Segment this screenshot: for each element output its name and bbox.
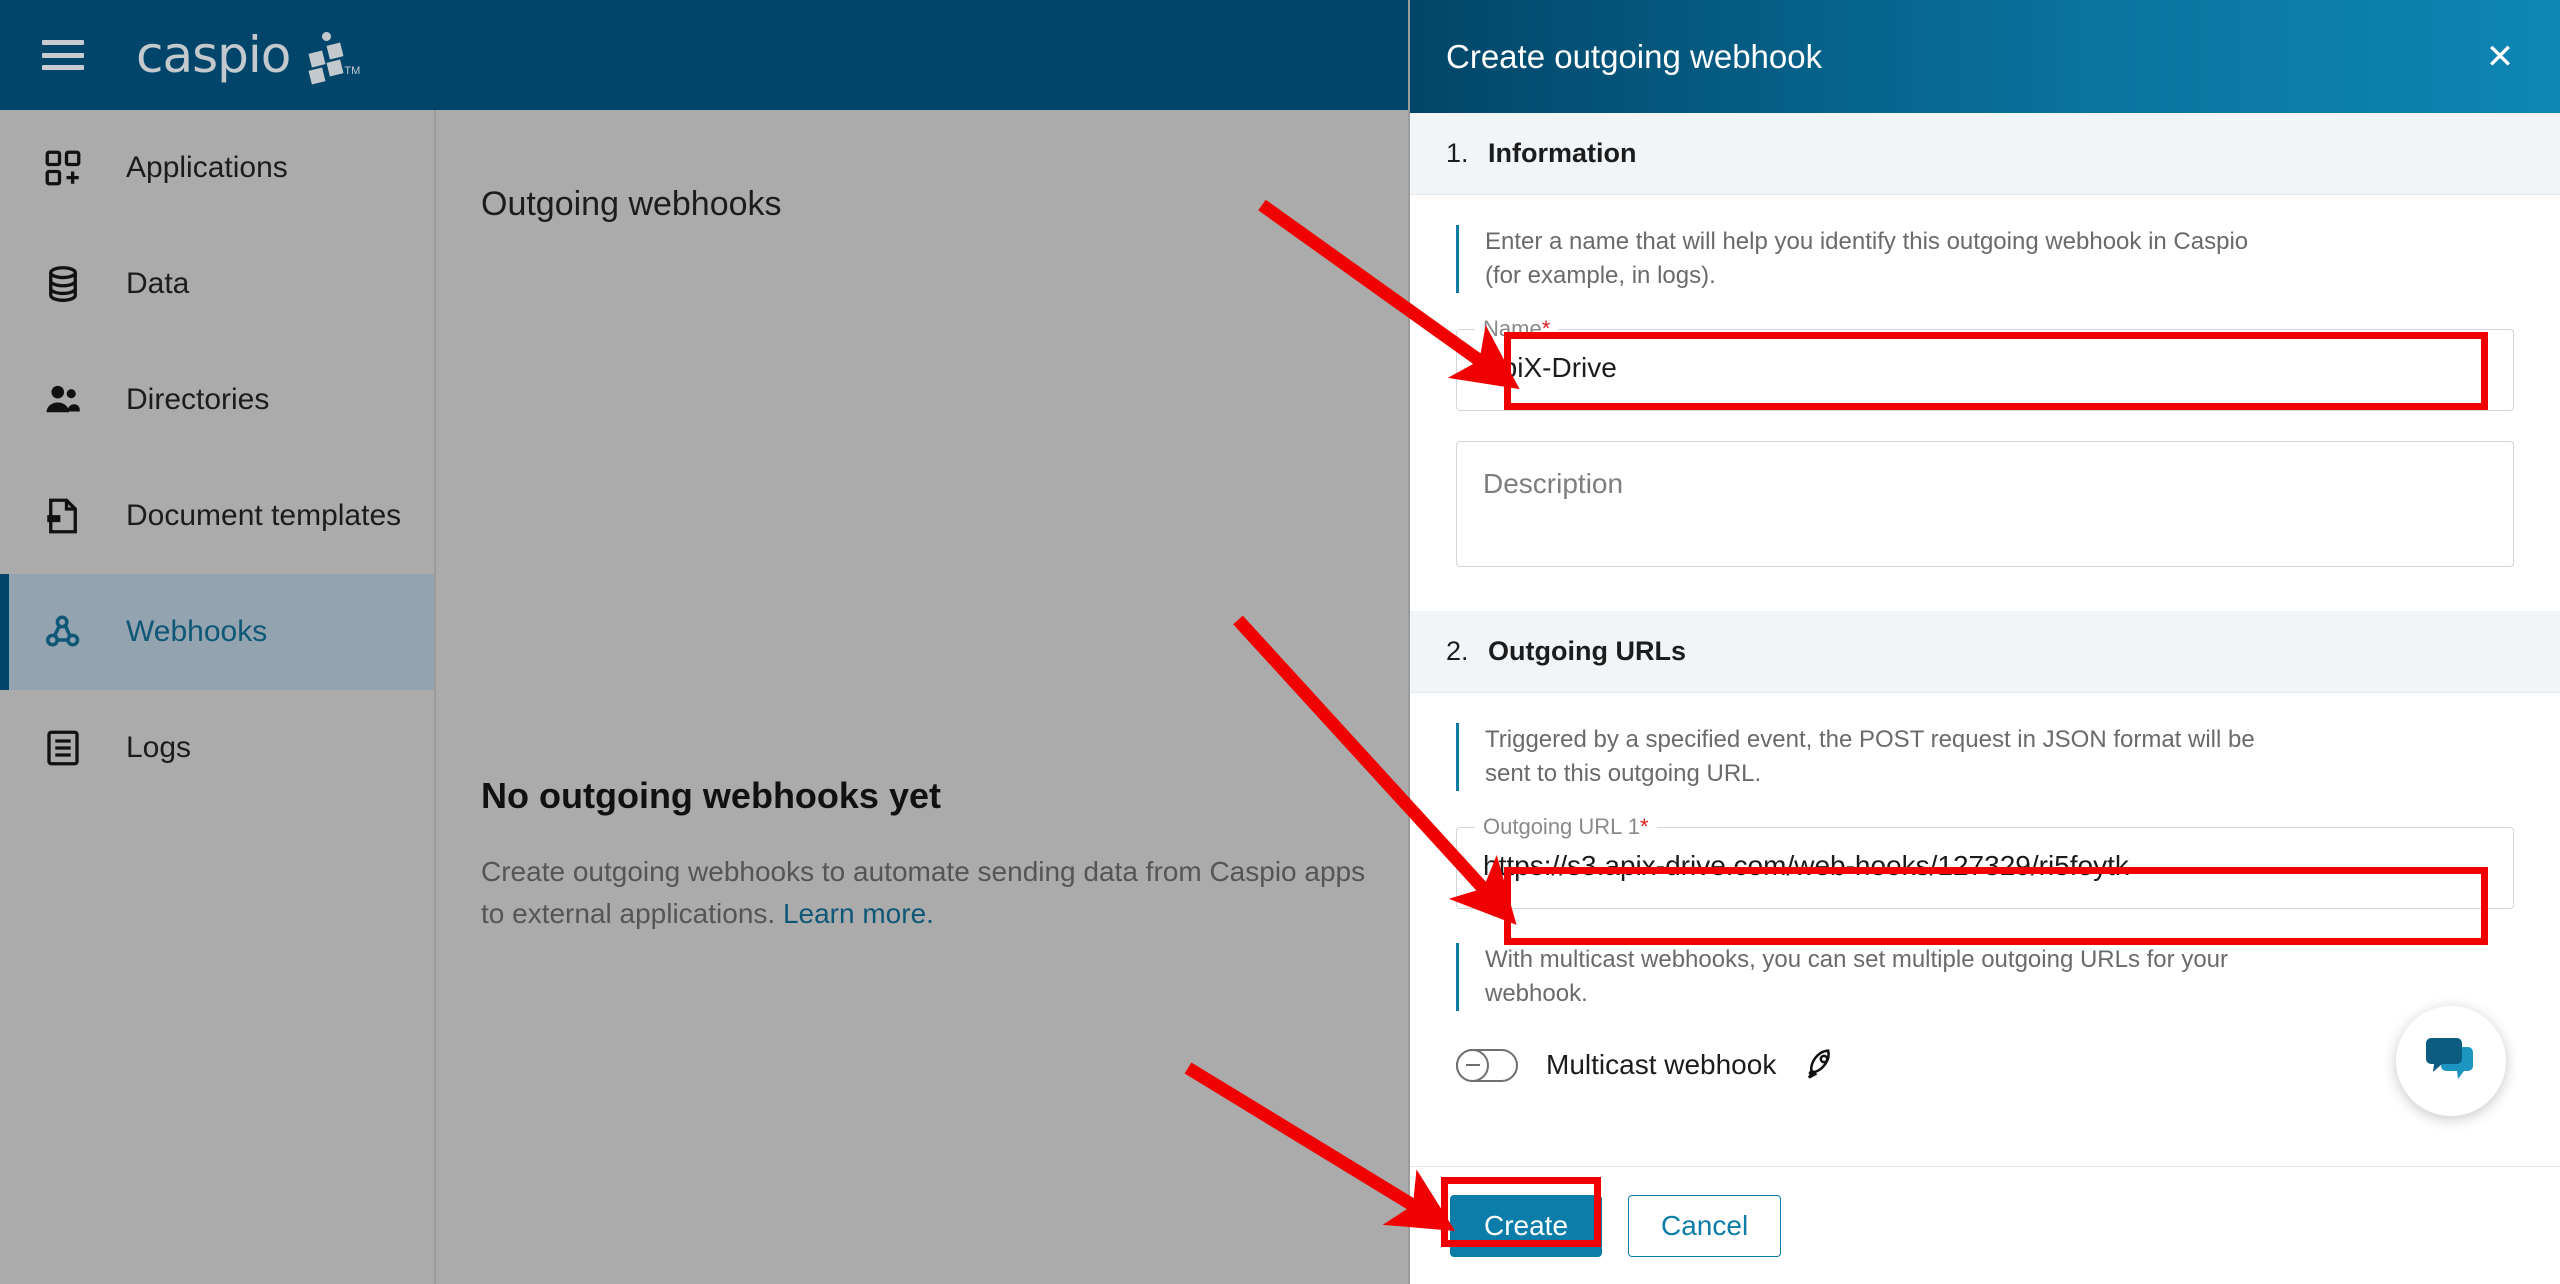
webhook-icon — [40, 609, 86, 655]
page-title: Outgoing webhooks — [481, 185, 782, 223]
rocket-icon[interactable] — [1800, 1045, 1840, 1085]
name-field-label: Name* — [1475, 316, 1559, 343]
sidebar-item-label: Document templates — [126, 499, 402, 532]
hamburger-menu-icon[interactable] — [42, 40, 84, 70]
sidebar-item-data[interactable]: Data — [0, 226, 434, 342]
name-field-value: ApiX-Drive — [1483, 352, 1617, 384]
empty-state-description: Create outgoing webhooks to automate sen… — [481, 851, 1381, 935]
required-marker: * — [1541, 316, 1551, 342]
cancel-button[interactable]: Cancel — [1628, 1194, 1782, 1257]
multicast-toggle-row: Multicast webhook — [1456, 1045, 2514, 1085]
sidebar-item-document-templates[interactable]: Document templates — [0, 458, 434, 574]
multicast-toggle[interactable] — [1456, 1048, 1518, 1082]
sidebar-item-webhooks[interactable]: Webhooks — [0, 574, 434, 690]
logo-trademark: TM — [344, 65, 361, 77]
caspio-logo: caspio TM — [136, 26, 361, 85]
log-list-icon — [40, 725, 86, 771]
outgoing-url-field[interactable]: Outgoing URL 1* https://s3.apix-drive.co… — [1456, 814, 2514, 910]
logo-dots-icon — [298, 30, 344, 85]
create-button[interactable]: Create — [1450, 1194, 1602, 1257]
learn-more-link[interactable]: Learn more. — [783, 898, 934, 929]
section-information-body: Enter a name that will help you identify… — [1410, 195, 2560, 577]
multicast-toggle-label: Multicast webhook — [1546, 1049, 1777, 1081]
toggle-knob — [1456, 1048, 1489, 1082]
sidebar: Applications Data Directories Document t… — [0, 110, 434, 1284]
sidebar-item-directories[interactable]: Directories — [0, 342, 434, 458]
section-information-header: 1. Information — [1410, 113, 2560, 195]
required-marker: * — [1639, 814, 1649, 840]
panel-title: Create outgoing webhook — [1446, 37, 1823, 75]
sidebar-item-applications[interactable]: Applications — [0, 110, 434, 226]
apps-grid-icon — [40, 145, 86, 191]
empty-state-title: No outgoing webhooks yet — [481, 775, 941, 816]
main-content: Outgoing webhooks No outgoing webhooks y… — [434, 110, 1408, 1284]
database-icon — [40, 261, 86, 307]
section-number: 2. — [1446, 636, 1469, 667]
users-icon — [40, 377, 86, 423]
section-number: 1. — [1446, 138, 1469, 168]
sidebar-item-label: Directories — [126, 383, 270, 416]
sidebar-item-label: Webhooks — [126, 615, 268, 648]
sidebar-item-label: Applications — [126, 151, 288, 184]
panel-footer: Create Cancel — [1410, 1166, 2560, 1284]
sidebar-item-logs[interactable]: Logs — [0, 690, 434, 806]
panel-header: Create outgoing webhook ✕ — [1410, 0, 2560, 113]
close-icon[interactable]: ✕ — [2480, 37, 2520, 77]
description-field[interactable]: Description — [1456, 441, 2514, 568]
section-outgoing-urls-body: Triggered by a specified event, the POST… — [1410, 693, 2560, 1095]
information-hint: Enter a name that will help you identify… — [1456, 225, 2276, 294]
sidebar-item-label: Data — [126, 267, 190, 300]
multicast-hint: With multicast webhooks, you can set mul… — [1456, 943, 2276, 1012]
outgoing-url-field-label: Outgoing URL 1* — [1475, 814, 1657, 841]
outgoing-url-label-text: Outgoing URL 1 — [1483, 814, 1640, 840]
chat-widget-button[interactable] — [2396, 1006, 2506, 1116]
outgoing-url-hint: Triggered by a specified event, the POST… — [1456, 723, 2276, 792]
create-webhook-panel: Create outgoing webhook ✕ 1. Information… — [1408, 0, 2560, 1284]
outgoing-url-field-value: https://s3.apix-drive.com/web-hooks/1273… — [1483, 850, 2129, 882]
name-field[interactable]: Name* ApiX-Drive — [1456, 316, 2514, 412]
section-title: Information — [1488, 138, 1637, 168]
logo-wordmark: caspio — [136, 26, 291, 84]
chat-bubbles-icon — [2426, 1038, 2473, 1079]
description-field-placeholder: Description — [1483, 468, 1624, 500]
app-root: caspio TM Applications Data Directories … — [0, 0, 2560, 1284]
section-title: Outgoing URLs — [1488, 636, 1686, 667]
empty-state: No outgoing webhooks yet Create outgoing… — [481, 775, 1381, 935]
name-field-label-text: Name — [1483, 316, 1542, 342]
document-icon — [40, 493, 86, 539]
sidebar-item-label: Logs — [126, 731, 192, 764]
section-outgoing-urls-header: 2. Outgoing URLs — [1410, 611, 2560, 694]
top-bar: caspio TM — [0, 0, 1408, 110]
panel-body: 1. Information Enter a name that will he… — [1410, 113, 2560, 1166]
